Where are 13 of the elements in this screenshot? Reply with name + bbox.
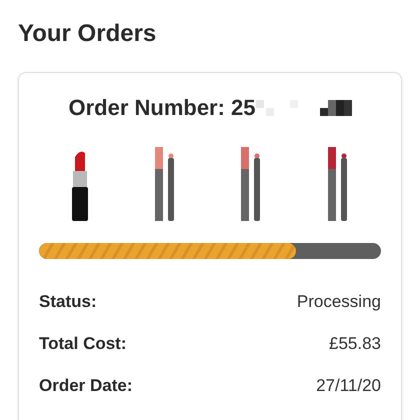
detail-label: Order Date: (39, 376, 133, 396)
lip-pencil-icon (326, 147, 349, 221)
lip-pencil-icon (154, 147, 176, 221)
detail-value: Processing (296, 292, 381, 312)
lip-pencil-icon (240, 147, 262, 221)
lipstick-icon (71, 149, 90, 221)
order-number: Order Number: 25 (68, 95, 256, 121)
detail-value: £55.83 (329, 334, 381, 354)
detail-value: 27/11/20 (316, 376, 381, 396)
page-title: Your Orders (18, 20, 158, 48)
pixelated-redaction-icon (256, 100, 352, 116)
detail-label: Total Cost: (39, 334, 127, 354)
detail-label: Status: (39, 292, 97, 312)
